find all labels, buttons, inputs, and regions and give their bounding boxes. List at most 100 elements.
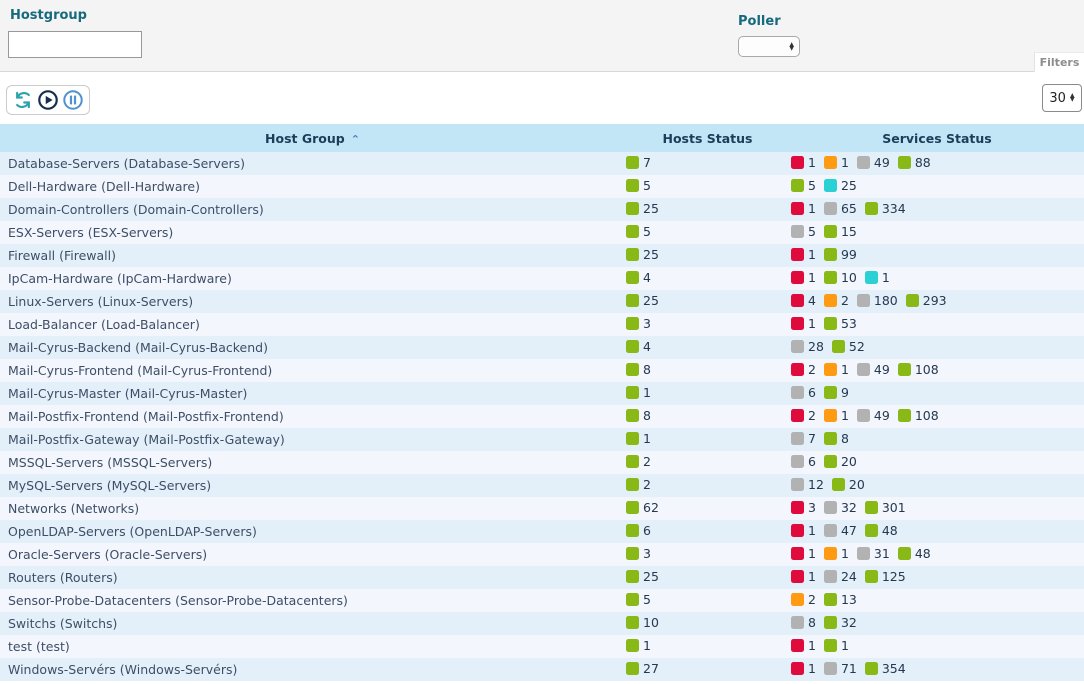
green-status-badge: 20 xyxy=(824,454,857,469)
red-status-badge: 1 xyxy=(791,523,816,538)
status-count: 1 xyxy=(808,247,816,262)
green-status-square-icon xyxy=(832,340,845,353)
green-status-badge: 15 xyxy=(824,224,857,239)
green-status-square-icon xyxy=(626,248,639,261)
status-count: 25 xyxy=(643,247,659,262)
green-status-square-icon xyxy=(898,547,911,560)
hostgroup-name-link[interactable]: Linux-Servers (Linux-Servers) xyxy=(0,290,625,313)
hostgroup-name-link[interactable]: Domain-Controllers (Domain-Controllers) xyxy=(0,198,625,221)
hostgroup-name-link[interactable]: Switchs (Switchs) xyxy=(0,612,625,635)
hosts-status-cell: 25 xyxy=(625,244,790,267)
hostgroup-name-link[interactable]: MySQL-Servers (MySQL-Servers) xyxy=(0,474,625,497)
hostgroup-name-link[interactable]: Mail-Postfix-Gateway (Mail-Postfix-Gatew… xyxy=(0,428,625,451)
table-row: Firewall (Firewall) 25 1 99 xyxy=(0,244,1084,267)
hosts-status-cell: 7 xyxy=(625,152,790,175)
pause-icon[interactable] xyxy=(61,88,85,112)
red-status-badge: 1 xyxy=(791,316,816,331)
poller-select[interactable]: ▲▼ xyxy=(738,36,800,57)
gray-status-square-icon xyxy=(824,662,837,675)
green-status-badge: 52 xyxy=(832,339,865,354)
hosts-status-cell: 3 xyxy=(625,313,790,336)
hostgroup-name-link[interactable]: OpenLDAP-Servers (OpenLDAP-Servers) xyxy=(0,520,625,543)
status-count: 108 xyxy=(915,408,939,423)
column-header-host-group[interactable]: Host Group ⌃ xyxy=(0,124,625,152)
sort-asc-icon: ⌃ xyxy=(351,133,360,146)
hosts-status-cell: 8 xyxy=(625,359,790,382)
services-status-cell: 113148 xyxy=(790,543,1084,566)
red-status-badge: 1 xyxy=(791,661,816,676)
hostgroup-name-link[interactable]: Oracle-Servers (Oracle-Servers) xyxy=(0,543,625,566)
gray-status-badge: 12 xyxy=(791,477,824,492)
hostgroup-name-link[interactable]: Load-Balancer (Load-Balancer) xyxy=(0,313,625,336)
hostgroup-name-link[interactable]: Windows-Servérs (Windows-Servérs) xyxy=(0,658,625,681)
green-status-badge: 5 xyxy=(791,178,816,193)
hostgroup-name-link[interactable]: ESX-Servers (ESX-Servers) xyxy=(0,221,625,244)
gray-status-square-icon xyxy=(857,547,870,560)
table-row: Networks (Networks)62332301 xyxy=(0,497,1084,520)
red-status-square-icon xyxy=(791,156,804,169)
hostgroup-name-link[interactable]: Dell-Hardware (Dell-Hardware) xyxy=(0,175,625,198)
page-size-select[interactable]: 30 ▲▼ xyxy=(1042,84,1082,112)
hostgroup-name-link[interactable]: Networks (Networks) xyxy=(0,497,625,520)
table-header-row: Host Group ⌃ Hosts Status Services Statu… xyxy=(0,124,1084,152)
services-status-cell: 2149108 xyxy=(790,405,1084,428)
green-status-square-icon xyxy=(865,570,878,583)
green-status-square-icon xyxy=(824,248,837,261)
status-count: 20 xyxy=(841,454,857,469)
status-count: 293 xyxy=(923,293,947,308)
status-count: 99 xyxy=(841,247,857,262)
green-status-badge: 1 xyxy=(824,638,849,653)
green-status-square-icon xyxy=(626,386,639,399)
green-status-badge: 25 xyxy=(626,247,659,262)
green-status-badge: 5 xyxy=(626,178,651,193)
red-status-square-icon xyxy=(791,501,804,514)
green-status-square-icon xyxy=(906,294,919,307)
status-count: 2 xyxy=(808,592,816,607)
status-count: 354 xyxy=(882,661,906,676)
column-header-services-status[interactable]: Services Status xyxy=(790,124,1084,152)
status-count: 24 xyxy=(841,569,857,584)
hostgroup-name-link[interactable]: Mail-Cyrus-Backend (Mail-Cyrus-Backend) xyxy=(0,336,625,359)
services-status-cell: 2149108 xyxy=(790,359,1084,382)
refresh-icon[interactable] xyxy=(11,88,35,112)
hostgroup-name-link[interactable]: Mail-Cyrus-Master (Mail-Cyrus-Master) xyxy=(0,382,625,405)
filters-tab[interactable]: Filters xyxy=(1034,52,1084,72)
green-status-badge: 108 xyxy=(898,362,939,377)
column-header-hosts-status[interactable]: Hosts Status xyxy=(625,124,790,152)
hostgroup-name-link[interactable]: Routers (Routers) xyxy=(0,566,625,589)
gray-status-square-icon xyxy=(791,455,804,468)
select-arrows-icon: ▲▼ xyxy=(789,43,794,51)
green-status-badge: 25 xyxy=(626,569,659,584)
green-status-square-icon xyxy=(626,616,639,629)
green-status-square-icon xyxy=(824,432,837,445)
green-status-square-icon xyxy=(626,547,639,560)
hostgroup-name-link[interactable]: test (test) xyxy=(0,635,625,658)
hosts-status-cell: 6 xyxy=(625,520,790,543)
status-count: 48 xyxy=(882,523,898,538)
hostgroup-name-link[interactable]: IpCam-Hardware (IpCam-Hardware) xyxy=(0,267,625,290)
gray-status-square-icon xyxy=(824,202,837,215)
status-count: 5 xyxy=(643,592,651,607)
hostgroup-name-link[interactable]: MSSQL-Servers (MSSQL-Servers) xyxy=(0,451,625,474)
play-icon[interactable] xyxy=(36,88,60,112)
status-count: 15 xyxy=(841,224,857,239)
gray-status-square-icon xyxy=(791,340,804,353)
hostgroup-name-link[interactable]: Sensor-Probe-Datacenters (Sensor-Probe-D… xyxy=(0,589,625,612)
status-count: 25 xyxy=(643,569,659,584)
gray-status-square-icon xyxy=(824,524,837,537)
gray-status-badge: 49 xyxy=(857,362,890,377)
status-count: 125 xyxy=(882,569,906,584)
green-status-square-icon xyxy=(865,524,878,537)
hostgroup-input[interactable] xyxy=(8,31,142,58)
green-status-badge: 53 xyxy=(824,316,857,331)
hostgroup-name-link[interactable]: Mail-Postfix-Frontend (Mail-Postfix-Fron… xyxy=(0,405,625,428)
status-count: 2 xyxy=(808,408,816,423)
hostgroup-name-link[interactable]: Database-Servers (Database-Servers) xyxy=(0,152,625,175)
status-count: 1 xyxy=(808,638,816,653)
green-status-badge: 108 xyxy=(898,408,939,423)
hostgroup-name-link[interactable]: Firewall (Firewall) xyxy=(0,244,625,267)
hosts-status-cell: 1 xyxy=(625,428,790,451)
hostgroup-name-link[interactable]: Mail-Cyrus-Frontend (Mail-Cyrus-Frontend… xyxy=(0,359,625,382)
green-status-square-icon xyxy=(626,202,639,215)
gray-status-badge: 6 xyxy=(791,454,816,469)
